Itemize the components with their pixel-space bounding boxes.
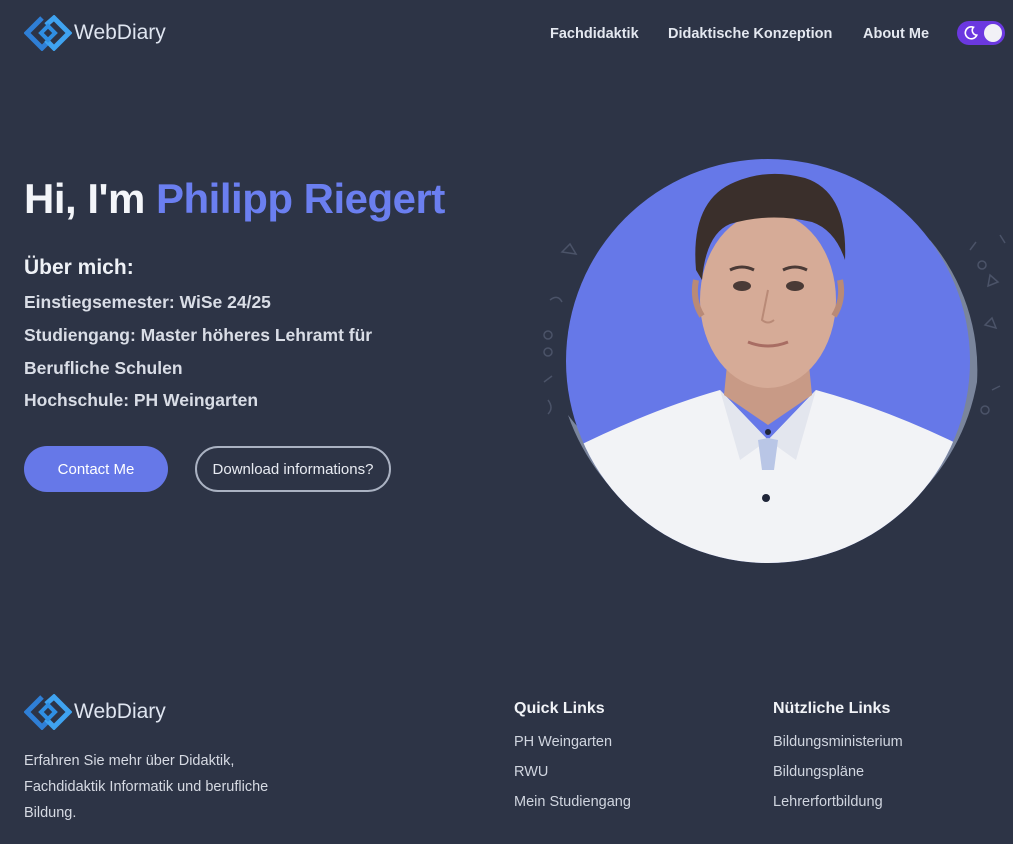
- info-degree-cont: Berufliche Schulen: [24, 358, 183, 378]
- toggle-knob: [984, 24, 1002, 42]
- info-degree: Studiengang: Master höheres Lehramt für: [24, 325, 373, 345]
- site-logo[interactable]: WebDiary: [24, 15, 166, 51]
- download-info-button[interactable]: Download informations?: [195, 446, 391, 492]
- page: WebDiary Fachdidaktik Didaktische Konzep…: [0, 0, 1013, 844]
- logo-text: WebDiary: [74, 21, 166, 44]
- footer-logo[interactable]: WebDiary: [24, 694, 166, 730]
- footer-link-rwu[interactable]: RWU: [514, 764, 548, 780]
- footer-link-bildungsministerium[interactable]: Bildungsministerium: [773, 734, 903, 750]
- footer-link-mein-studiengang[interactable]: Mein Studiengang: [514, 794, 631, 810]
- nav-link-didaktische-konzeption[interactable]: Didaktische Konzeption: [668, 26, 832, 42]
- hero-name: Philipp Riegert: [156, 175, 445, 222]
- profile-portrait: [543, 159, 1006, 563]
- moon-icon: [964, 25, 978, 40]
- footer-logo-text: WebDiary: [74, 700, 166, 723]
- useful-links-title: Nützliche Links: [773, 700, 891, 717]
- footer-link-bildungsplaene[interactable]: Bildungspläne: [773, 764, 864, 780]
- footer-link-lehrerfortbildung[interactable]: Lehrerfortbildung: [773, 794, 883, 810]
- footer-link-ph-weingarten[interactable]: PH Weingarten: [514, 734, 612, 750]
- hero-title: Hi, I'm Philipp Riegert: [24, 175, 445, 223]
- contact-me-button[interactable]: Contact Me: [24, 446, 168, 492]
- nav-link-about-me[interactable]: About Me: [863, 26, 929, 42]
- webdiary-logo-icon: [24, 694, 72, 730]
- footer-description: Erfahren Sie mehr über Didaktik, Fachdid…: [24, 753, 269, 821]
- webdiary-logo-icon: [24, 15, 72, 51]
- info-semester: Einstiegsemester: WiSe 24/25: [24, 292, 271, 312]
- nav-link-fachdidaktik[interactable]: Fachdidaktik: [550, 26, 639, 42]
- info-university: Hochschule: PH Weingarten: [24, 390, 259, 410]
- about-heading: Über mich:: [24, 256, 134, 279]
- site-header: WebDiary Fachdidaktik Didaktische Konzep…: [0, 0, 1013, 68]
- theme-toggle[interactable]: [957, 21, 1005, 45]
- hero-greeting: Hi, I'm: [24, 175, 157, 222]
- quick-links-title: Quick Links: [514, 700, 605, 717]
